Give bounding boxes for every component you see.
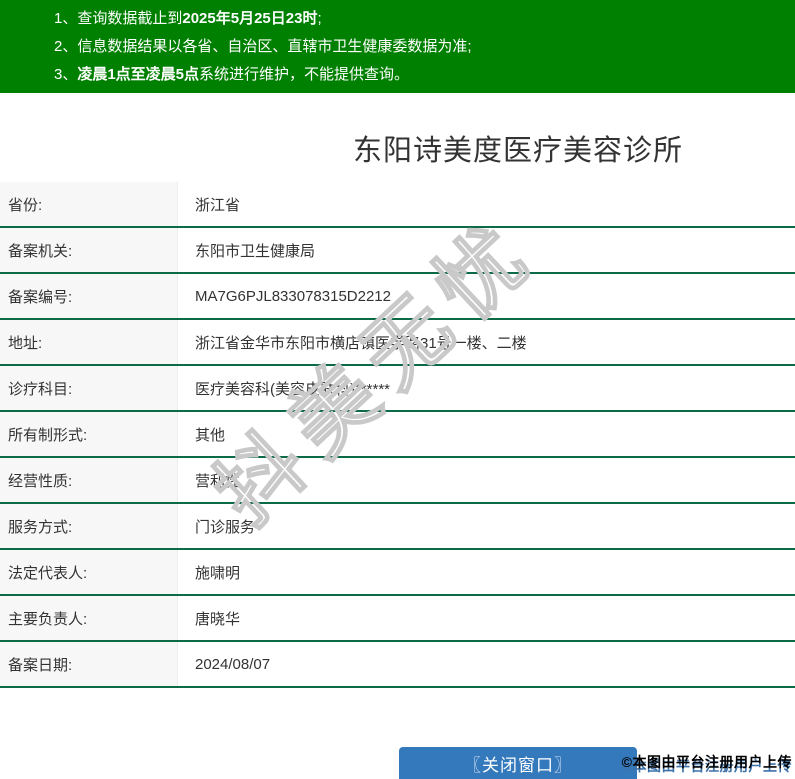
row-value: 浙江省金华市东阳市横店镇医学路31号一楼、二楼 bbox=[195, 334, 527, 352]
table-row-province: 省份: 浙江省 bbox=[0, 182, 795, 228]
row-label: 备案日期: bbox=[0, 642, 178, 686]
table-row-ownership-form: 所有制形式: 其他 bbox=[0, 412, 795, 458]
row-value: 营利性 bbox=[195, 472, 241, 490]
row-label: 省份: bbox=[0, 182, 178, 226]
notice-line-1: 1、查询数据截止到2025年5月25日23时; bbox=[54, 5, 785, 33]
notice-text: 系统进行维护，不能提供查询。 bbox=[199, 66, 410, 83]
row-value: 东阳市卫生健康局 bbox=[195, 242, 316, 260]
table-row-main-person-in-charge: 主要负责人: 唐晓华 bbox=[0, 596, 795, 642]
table-row-medical-subjects: 诊疗科目: 医疗美容科(美容皮肤科)****** bbox=[0, 366, 795, 412]
table-row-filing-authority: 备案机关: 东阳市卫生健康局 bbox=[0, 228, 795, 274]
table-row-address: 地址: 浙江省金华市东阳市横店镇医学路31号一楼、二楼 bbox=[0, 320, 795, 366]
close-window-button[interactable]: 〖关闭窗口〗 bbox=[399, 747, 637, 779]
info-table: 省份: 浙江省 备案机关: 东阳市卫生健康局 备案编号: MA7G6PJL833… bbox=[0, 182, 795, 688]
row-value: 2024/08/07 bbox=[195, 655, 271, 673]
row-label: 法定代表人: bbox=[0, 550, 178, 594]
notice-number: 2、 bbox=[54, 38, 78, 55]
upload-attribution-stamp: ©本图由平台注册用户上传 bbox=[621, 754, 792, 770]
row-value: 施啸明 bbox=[195, 564, 241, 582]
table-row-business-nature: 经营性质: 营利性 bbox=[0, 458, 795, 504]
table-row-service-mode: 服务方式: 门诊服务 bbox=[0, 504, 795, 550]
row-label: 诊疗科目: bbox=[0, 366, 178, 410]
row-value: 浙江省 bbox=[195, 196, 241, 214]
row-value: 门诊服务 bbox=[195, 518, 256, 536]
table-row-filing-date: 备案日期: 2024/08/07 bbox=[0, 642, 795, 688]
row-label: 备案机关: bbox=[0, 228, 178, 272]
row-label: 主要负责人: bbox=[0, 596, 178, 640]
notice-text: 查询数据截止到 bbox=[77, 10, 183, 27]
table-row-filing-number: 备案编号: MA7G6PJL833078315D2212 bbox=[0, 274, 795, 320]
row-label: 所有制形式: bbox=[0, 412, 178, 456]
row-label: 备案编号: bbox=[0, 274, 178, 318]
notice-banner: 1、查询数据截止到2025年5月25日23时; 2、信息数据结果以各省、自治区、… bbox=[0, 0, 795, 93]
notice-text: ; bbox=[317, 10, 322, 27]
row-value: 唐晓华 bbox=[195, 610, 241, 628]
row-value: 其他 bbox=[195, 426, 226, 444]
row-label: 服务方式: bbox=[0, 504, 178, 548]
notice-text-bold: 凌晨1点至凌晨5点 bbox=[77, 66, 200, 83]
notice-number: 3、 bbox=[54, 66, 78, 83]
row-label: 经营性质: bbox=[0, 458, 178, 502]
clinic-title: 东阳诗美度医疗美容诊所 bbox=[352, 135, 684, 167]
notice-text-bold: 2025年5月25日23时 bbox=[182, 10, 318, 27]
table-row-legal-representative: 法定代表人: 施啸明 bbox=[0, 550, 795, 596]
notice-text: 信息数据结果以各省、自治区、直辖市卫生健康委数据为准; bbox=[77, 38, 472, 55]
notice-line-2: 2、信息数据结果以各省、自治区、直辖市卫生健康委数据为准; bbox=[54, 33, 785, 61]
notice-line-3: 3、凌晨1点至凌晨5点系统进行维护，不能提供查询。 bbox=[54, 61, 785, 89]
page: 1、查询数据截止到2025年5月25日23时; 2、信息数据结果以各省、自治区、… bbox=[0, 0, 795, 779]
row-value: MA7G6PJL833078315D2212 bbox=[195, 287, 391, 305]
row-label: 地址: bbox=[0, 320, 178, 364]
notice-number: 1、 bbox=[54, 10, 78, 27]
row-value: 医疗美容科(美容皮肤科)****** bbox=[195, 380, 391, 398]
